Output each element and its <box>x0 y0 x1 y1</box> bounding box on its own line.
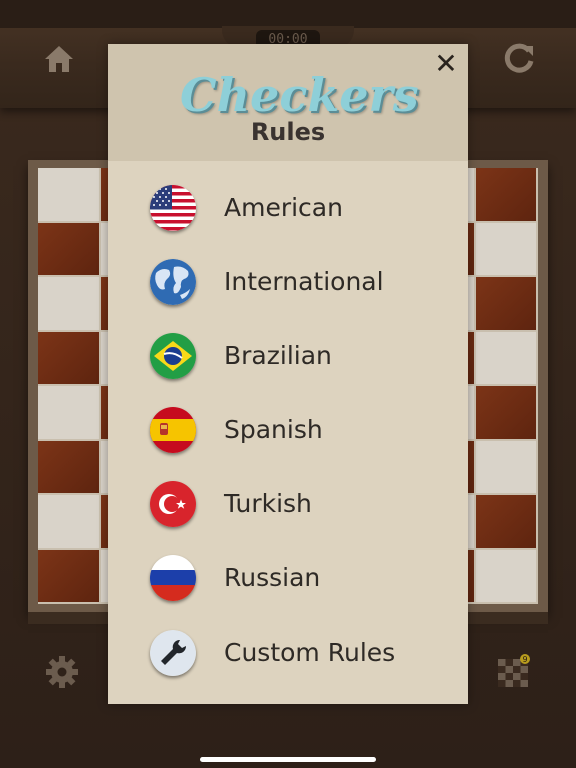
board-square[interactable] <box>38 331 99 384</box>
rule-label: Brazilian <box>224 341 332 370</box>
modal-header: Checkers Rules ✕ <box>108 44 468 161</box>
rule-item-custom[interactable]: Custom Rules <box>108 617 468 689</box>
rule-label: International <box>224 267 384 296</box>
board-square[interactable] <box>475 331 536 384</box>
close-button[interactable]: ✕ <box>434 50 458 78</box>
rule-item-international[interactable]: International <box>108 246 468 318</box>
rule-label: Russian <box>224 563 321 592</box>
rules-modal: Checkers Rules ✕ American International … <box>108 44 468 704</box>
rule-label: American <box>224 193 343 222</box>
board-square[interactable] <box>475 277 536 330</box>
rule-item-brazilian[interactable]: Brazilian <box>108 320 468 392</box>
home-indicator[interactable] <box>200 757 376 762</box>
rule-label: Custom Rules <box>224 638 396 667</box>
rule-label: Spanish <box>224 415 323 444</box>
home-icon[interactable] <box>42 42 76 76</box>
board-badge: 9 <box>522 655 527 664</box>
globe-icon <box>150 259 196 305</box>
gear-icon[interactable] <box>45 655 79 689</box>
rule-item-american[interactable]: American <box>108 172 468 244</box>
wrench-icon <box>150 630 196 676</box>
brand-logo: Checkers <box>180 68 419 122</box>
board-square[interactable] <box>475 495 536 548</box>
brazil-flag-icon <box>150 333 196 379</box>
board-square[interactable] <box>38 440 99 493</box>
spain-flag-icon <box>150 407 196 453</box>
checkerboard-icon[interactable]: 9 <box>496 653 532 689</box>
rule-label: Turkish <box>224 489 312 518</box>
rule-item-spanish[interactable]: Spanish <box>108 394 468 466</box>
board-square[interactable] <box>475 440 536 493</box>
usa-flag-icon <box>150 185 196 231</box>
board-square[interactable] <box>38 222 99 275</box>
board-square[interactable] <box>475 168 536 221</box>
modal-title: Rules <box>250 118 326 146</box>
board-square[interactable] <box>38 549 99 602</box>
rule-item-turkish[interactable]: Turkish <box>108 468 468 540</box>
board-square[interactable] <box>38 168 99 221</box>
russia-flag-icon <box>150 555 196 601</box>
turkey-flag-icon <box>150 481 196 527</box>
board-square[interactable] <box>475 386 536 439</box>
board-square[interactable] <box>475 222 536 275</box>
top-strip <box>0 0 576 28</box>
board-square[interactable] <box>475 549 536 602</box>
rule-item-russian[interactable]: Russian <box>108 542 468 614</box>
board-square[interactable] <box>38 495 99 548</box>
restart-icon[interactable] <box>502 42 536 76</box>
board-square[interactable] <box>38 386 99 439</box>
board-square[interactable] <box>38 277 99 330</box>
